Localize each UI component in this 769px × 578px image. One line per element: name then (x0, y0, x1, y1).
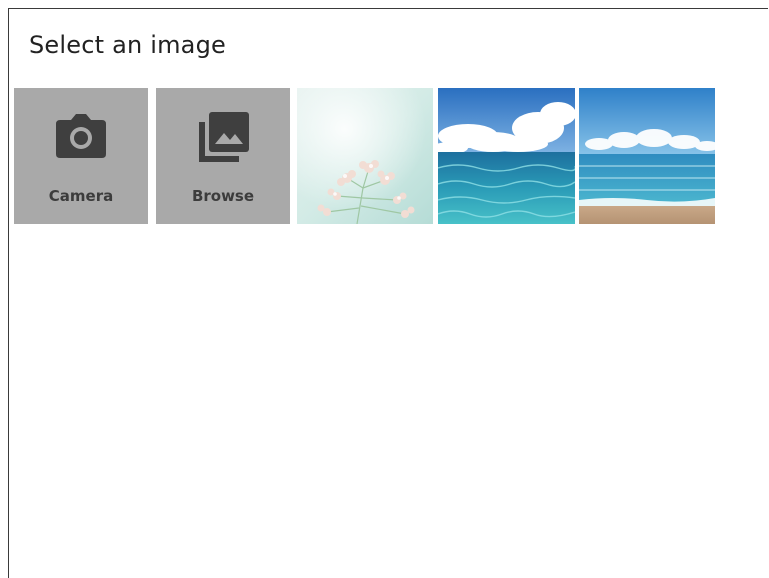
photo-library-icon (199, 112, 249, 162)
camera-button[interactable]: Camera (14, 88, 148, 224)
image-thumbnail-beach[interactable] (579, 88, 715, 224)
dialog-title: Select an image (29, 31, 226, 59)
ocean-image (438, 88, 575, 224)
image-picker-dialog: Select an image Camera Browse (8, 8, 768, 578)
image-thumbnail-ocean[interactable] (438, 88, 575, 224)
beach-image (579, 88, 715, 224)
flowers-image (297, 88, 433, 224)
image-thumbnail-flowers[interactable] (297, 88, 433, 224)
browse-button[interactable]: Browse (156, 88, 290, 224)
camera-icon (56, 114, 106, 158)
browse-label: Browse (191, 187, 255, 205)
camera-label: Camera (48, 187, 114, 205)
